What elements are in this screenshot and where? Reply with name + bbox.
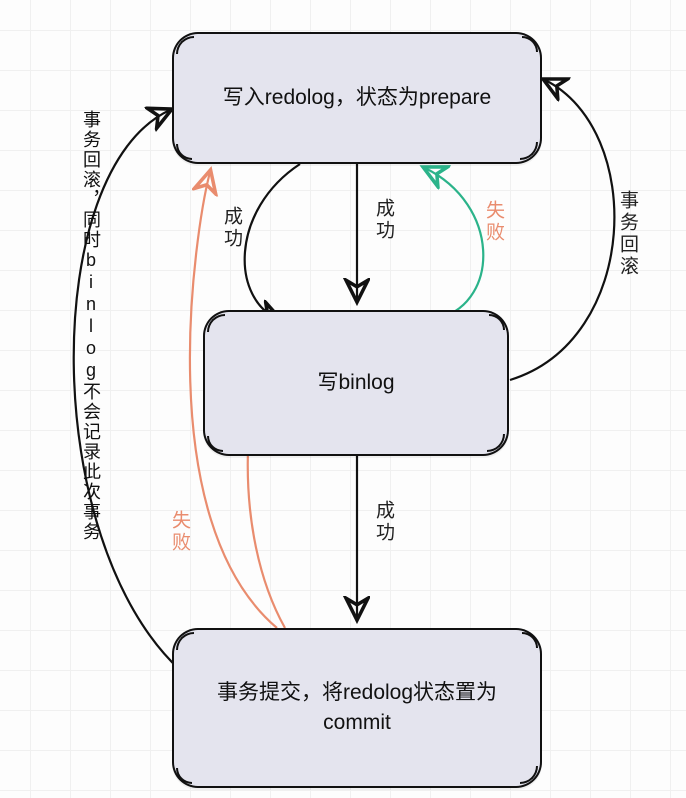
- edge-n1-n2-left: [245, 164, 300, 320]
- label-n3-fail: 失败: [166, 510, 193, 554]
- label-n1-n2-success-center: 成功: [370, 198, 397, 242]
- node-redolog-prepare-label: 写入redolog，状态为prepare: [223, 83, 491, 113]
- node-write-binlog-label: 写binlog: [317, 368, 394, 398]
- label-n1-n2-success-left: 成功: [218, 206, 245, 250]
- node-commit: 事务提交，将redolog状态置为commit: [172, 628, 542, 788]
- diagram-stage: 写入redolog，状态为prepare 写binlog 事务提交，将redol…: [0, 0, 686, 798]
- node-commit-label: 事务提交，将redolog状态置为commit: [190, 678, 524, 739]
- label-n2-n3-success: 成功: [370, 500, 397, 544]
- label-n2-n1-rollback: 事务回滚: [614, 190, 641, 278]
- node-redolog-prepare: 写入redolog，状态为prepare: [172, 32, 542, 164]
- edge-n2-n1-fail: [425, 168, 483, 318]
- label-n2-n1-fail: 失败: [480, 200, 507, 244]
- label-n3-n1-longnote: 事务回滚，同时binlog不会记录此次事务: [78, 110, 104, 542]
- node-write-binlog: 写binlog: [203, 310, 509, 456]
